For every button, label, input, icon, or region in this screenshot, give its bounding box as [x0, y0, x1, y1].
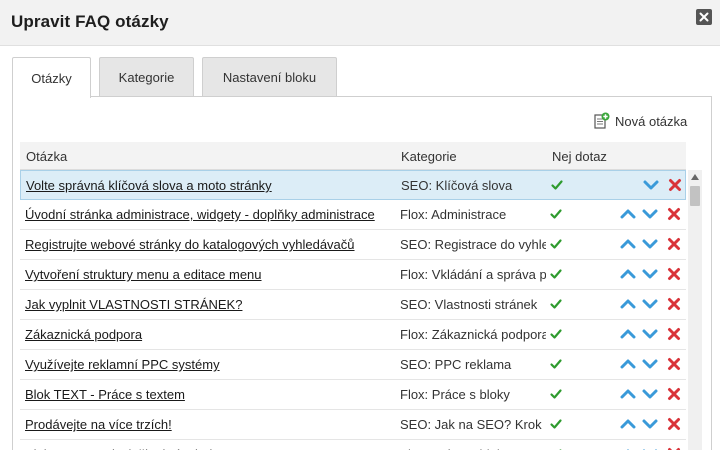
question-link[interactable]: Blok TEXT - Práce s textem	[25, 387, 395, 402]
dialog-title: Upravit FAQ otázky	[11, 12, 169, 31]
move-down-icon[interactable]	[641, 446, 659, 450]
category-cell: Flox: Vkládání a správa položek	[400, 267, 546, 282]
category-cell: SEO: Vlastnosti stránek	[400, 297, 538, 312]
vertical-scrollbar[interactable]	[688, 170, 702, 450]
category-cell: SEO: PPC reklama	[400, 357, 512, 372]
checkmark-icon	[549, 237, 563, 251]
delete-icon[interactable]	[667, 177, 683, 193]
move-up-icon[interactable]	[619, 236, 637, 252]
table-row[interactable]: Využívejte reklamní PPC systémy SEO: PPC …	[20, 350, 686, 380]
dialog-titlebar: Upravit FAQ otázky	[0, 0, 720, 46]
table-row[interactable]: Blok TEXT - Jak vložit obrázek do textu?…	[20, 440, 686, 450]
grid-body: Volte správná klíčová slova a moto strán…	[20, 170, 686, 450]
triangle-up-icon	[691, 174, 699, 180]
category-cell: SEO: Klíčová slova	[401, 178, 513, 193]
checkmark-icon	[549, 417, 563, 431]
move-up-icon[interactable]	[619, 206, 637, 222]
table-row[interactable]: Volte správná klíčová slova a moto strán…	[20, 170, 686, 200]
move-down-icon[interactable]	[641, 416, 659, 432]
move-up-icon[interactable]	[619, 296, 637, 312]
table-row[interactable]: Prodávejte na více trzích! SEO: Jak na SE…	[20, 410, 686, 440]
new-question-button[interactable]: Nová otázka	[593, 111, 687, 131]
table-row[interactable]: Jak vyplnit VLASTNOSTI STRÁNEK? SEO: Vlas…	[20, 290, 686, 320]
checkmark-icon	[549, 207, 563, 221]
delete-icon[interactable]	[666, 356, 682, 372]
move-down-icon[interactable]	[641, 386, 659, 402]
questions-panel: Nová otázka Otázka Kategorie Nej dotaz V…	[12, 96, 712, 450]
checkmark-icon	[549, 297, 563, 311]
question-link[interactable]: Jak vyplnit VLASTNOSTI STRÁNEK?	[25, 297, 395, 312]
column-header-category[interactable]: Kategorie	[401, 149, 457, 164]
scroll-up-arrow[interactable]	[688, 170, 702, 184]
move-down-icon[interactable]	[642, 177, 660, 193]
move-down-icon[interactable]	[641, 266, 659, 282]
checkmark-icon	[549, 387, 563, 401]
move-up-icon[interactable]	[619, 446, 637, 450]
move-up-icon[interactable]	[619, 416, 637, 432]
move-down-icon[interactable]	[641, 296, 659, 312]
new-question-label: Nová otázka	[615, 113, 688, 129]
delete-icon[interactable]	[666, 296, 682, 312]
tab-categories[interactable]: Kategorie	[99, 57, 194, 97]
table-row[interactable]: Blok TEXT - Práce s textem Flox: Práce s …	[20, 380, 686, 410]
question-link[interactable]: Zákaznická podpora	[25, 327, 395, 342]
question-link[interactable]: Vytvoření struktury menu a editace menu	[25, 267, 395, 282]
delete-icon[interactable]	[666, 236, 682, 252]
category-cell: SEO: Jak na SEO? Krok po kroku	[400, 417, 546, 432]
move-up-icon[interactable]	[619, 356, 637, 372]
category-cell: Flox: Práce s bloky	[400, 387, 510, 402]
faq-edit-dialog: Upravit FAQ otázky Otázky Kategorie Nast…	[0, 0, 720, 450]
category-cell: Flox: Zákaznická podpora	[400, 327, 546, 342]
move-down-icon[interactable]	[641, 326, 659, 342]
checkmark-icon	[549, 327, 563, 341]
column-header-question[interactable]: Otázka	[26, 149, 67, 164]
checkmark-icon	[549, 357, 563, 371]
question-link[interactable]: Využívejte reklamní PPC systémy	[25, 357, 395, 372]
move-up-icon[interactable]	[619, 386, 637, 402]
delete-icon[interactable]	[666, 416, 682, 432]
checkmark-icon	[549, 267, 563, 281]
move-up-icon[interactable]	[619, 266, 637, 282]
category-cell: Flox: Administrace	[400, 207, 507, 222]
category-cell: SEO: Registrace do vyhledávačů	[400, 237, 546, 252]
question-link[interactable]: Úvodní stránka administrace, widgety - d…	[25, 207, 395, 222]
delete-icon[interactable]	[666, 386, 682, 402]
grid-header: Otázka Kategorie Nej dotaz	[20, 142, 686, 170]
table-row[interactable]: Úvodní stránka administrace, widgety - d…	[20, 200, 686, 230]
move-down-icon[interactable]	[641, 356, 659, 372]
close-button[interactable]	[696, 9, 712, 25]
add-document-icon	[594, 112, 610, 129]
delete-icon[interactable]	[666, 326, 682, 342]
table-row[interactable]: Vytvoření struktury menu a editace menu F…	[20, 260, 686, 290]
tab-questions[interactable]: Otázky	[12, 57, 91, 98]
question-link[interactable]: Volte správná klíčová slova a moto strán…	[26, 178, 396, 193]
delete-icon[interactable]	[666, 266, 682, 282]
question-link[interactable]: Prodávejte na více trzích!	[25, 417, 395, 432]
move-down-icon[interactable]	[641, 236, 659, 252]
move-up-icon[interactable]	[619, 326, 637, 342]
question-link[interactable]: Registrujte webové stránky do katalogový…	[25, 237, 395, 252]
checkmark-icon	[550, 178, 564, 192]
column-header-top-question[interactable]: Nej dotaz	[552, 149, 607, 164]
tab-block-settings[interactable]: Nastavení bloku	[202, 57, 337, 97]
delete-icon[interactable]	[666, 446, 682, 450]
table-row[interactable]: Zákaznická podpora Flox: Zákaznická podpo…	[20, 320, 686, 350]
table-row[interactable]: Registrujte webové stránky do katalogový…	[20, 230, 686, 260]
move-down-icon[interactable]	[641, 206, 659, 222]
scroll-thumb[interactable]	[690, 186, 700, 206]
close-icon	[699, 12, 709, 22]
delete-icon[interactable]	[666, 206, 682, 222]
